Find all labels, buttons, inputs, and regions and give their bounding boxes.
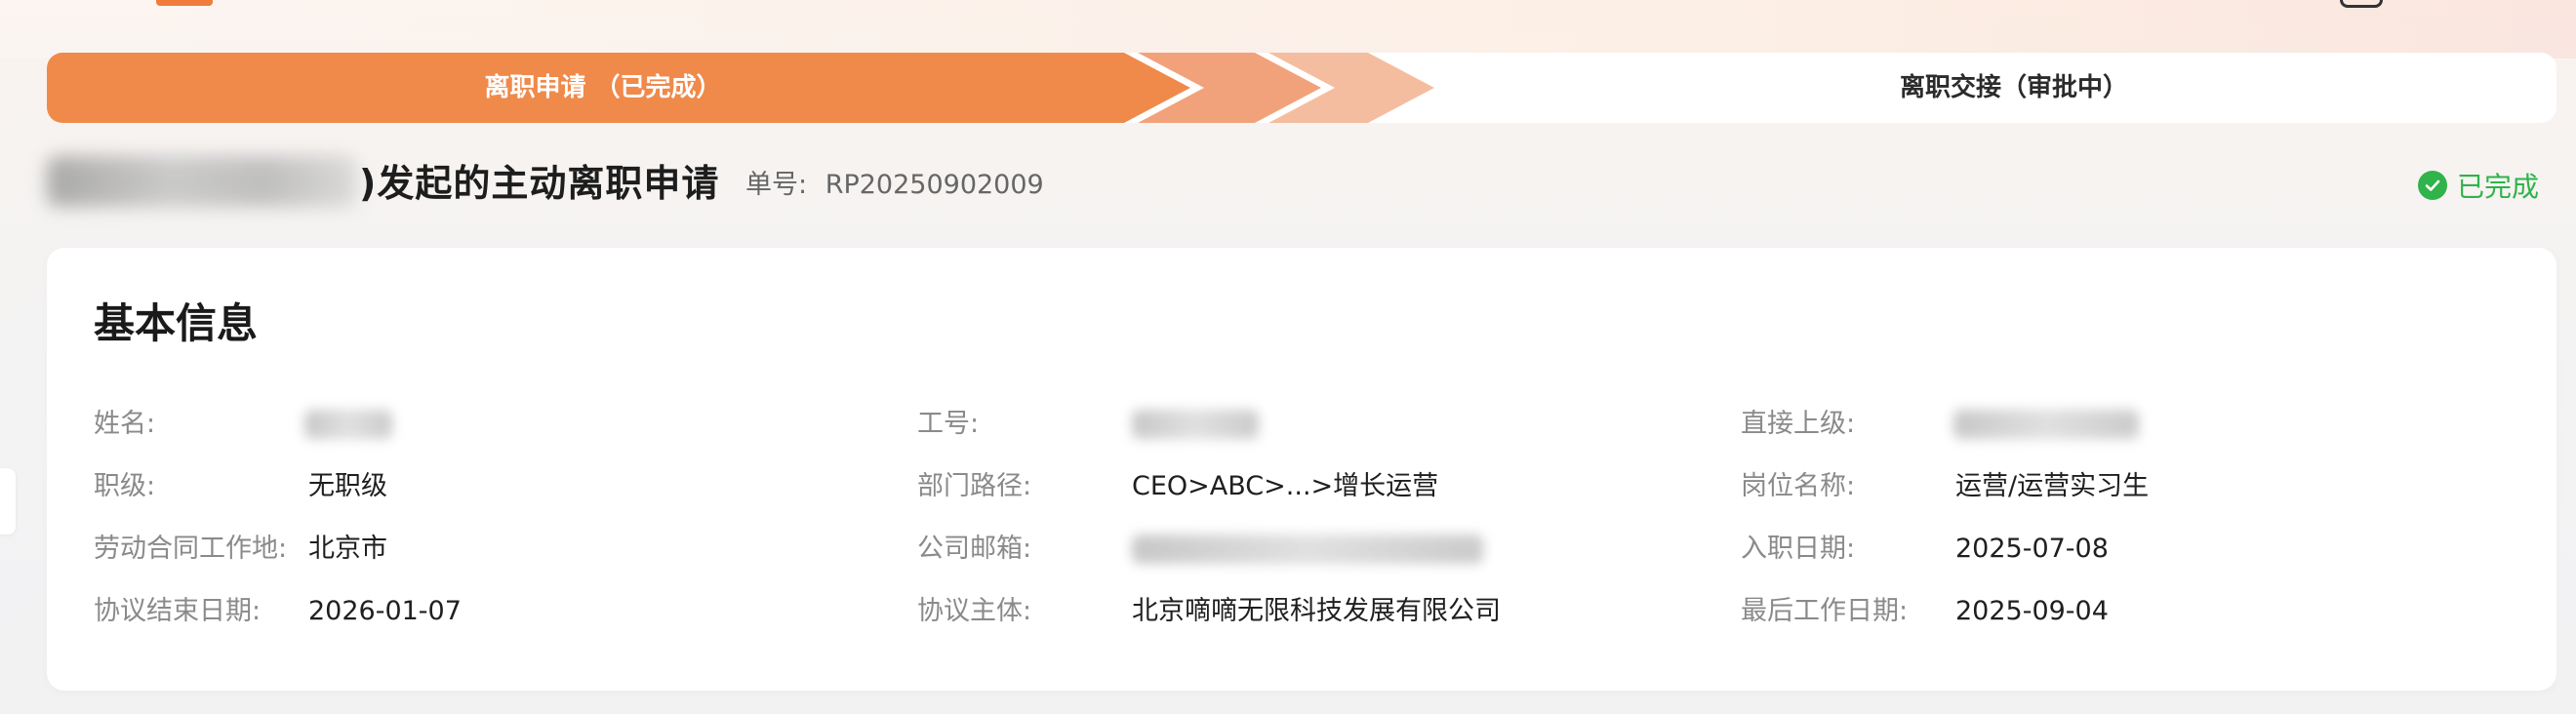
- field-value: 2025-07-08: [1955, 534, 2109, 564]
- info-row: 协议结束日期: 2026-01-07 协议主体: 北京嘀嘀无限科技发展有限公司 …: [47, 592, 2556, 631]
- field-label: 姓名:: [94, 409, 156, 439]
- field-value: 无职级: [308, 471, 387, 501]
- field-label: 协议主体:: [917, 596, 1032, 626]
- info-row: 劳动合同工作地: 北京市 公司邮箱: 入职日期: 2025-07-08: [47, 530, 2556, 569]
- progress-steps: 离职申请 （已完成） 离职交接（审批中）: [47, 53, 2556, 123]
- order-number-label: 单号:: [745, 170, 808, 200]
- card-title: 基本信息: [94, 299, 259, 347]
- logo-icon[interactable]: [156, 0, 213, 6]
- field-value: 运营/运营实习生: [1955, 471, 2150, 501]
- blurred-value: [304, 410, 392, 439]
- field-value: 2025-09-04: [1955, 596, 2109, 626]
- check-circle-icon: [2417, 171, 2447, 200]
- field-value: CEO>ABC>...>增长运营: [1132, 471, 1439, 501]
- field-label: 职级:: [94, 471, 156, 501]
- field-value: 北京市: [308, 534, 387, 564]
- blurred-applicant-name: [47, 156, 357, 207]
- blurred-value: [1132, 410, 1259, 439]
- info-row: 职级: 无职级 部门路径: CEO>ABC>...>增长运营 岗位名称: 运营/…: [47, 467, 2556, 506]
- avatar[interactable]: [2340, 0, 2383, 8]
- field-value: 北京嘀嘀无限科技发展有限公司: [1132, 596, 1501, 626]
- order-number-value: RP20250902009: [825, 170, 1044, 200]
- field-label: 部门路径:: [917, 471, 1032, 501]
- blurred-value: [1953, 410, 2139, 439]
- blurred-value: [1132, 535, 1483, 564]
- side-collapse-tab[interactable]: [0, 468, 16, 535]
- top-nav-background: [0, 0, 2576, 59]
- info-row: 姓名: 工号: 直接上级:: [47, 405, 2556, 444]
- field-value: 2026-01-07: [308, 596, 462, 626]
- field-label: 最后工作日期:: [1741, 596, 1909, 626]
- order-number: 单号: RP20250902009: [745, 168, 1044, 203]
- page-title: )发起的主动离职申请: [359, 162, 720, 205]
- field-label: 协议结束日期:: [94, 596, 262, 626]
- field-label: 劳动合同工作地:: [94, 534, 288, 564]
- basic-info-card: 基本信息 姓名: 工号: 直接上级: 职级: 无职级 部门路径: CEO>ABC…: [47, 248, 2556, 691]
- field-label: 直接上级:: [1741, 409, 1856, 439]
- status-badge: 已完成: [2417, 166, 2539, 205]
- step-resignation-handover[interactable]: 离职交接（审批中）: [1471, 53, 2556, 123]
- status-text: 已完成: [2456, 171, 2539, 203]
- field-label: 公司邮箱:: [917, 534, 1032, 564]
- field-label: 岗位名称:: [1741, 471, 1856, 501]
- field-label: 工号:: [917, 409, 980, 439]
- field-label: 入职日期:: [1741, 534, 1856, 564]
- step-resignation-application[interactable]: 离职申请 （已完成）: [47, 53, 1159, 123]
